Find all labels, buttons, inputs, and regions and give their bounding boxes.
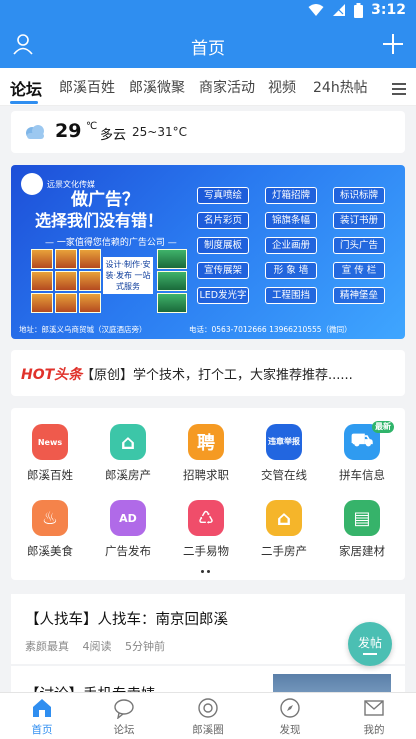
banner-phone: 电话：0563-7012666 13966210555（微同） xyxy=(189,325,352,334)
service-tag: LED发光字 xyxy=(197,287,249,304)
service-tag: 精神堡垒 xyxy=(333,287,385,304)
tab-24h-hot[interactable]: 24h热帖 xyxy=(313,77,368,97)
weather-condition: 多云 xyxy=(100,128,127,143)
food-icon: ♨ xyxy=(32,500,68,536)
paint-icon: ▤ xyxy=(344,500,380,536)
service-tag: 宣 传 栏 xyxy=(333,262,385,279)
hot-news-text[interactable]: 【原创】学个技术，打个工，大家推荐推荐...... xyxy=(81,364,353,383)
post-author: 素颜最真 xyxy=(25,640,69,653)
nav-forum[interactable]: 论坛 xyxy=(94,697,154,737)
banner-photos xyxy=(31,249,101,313)
nav-mine[interactable]: 我的 xyxy=(344,697,404,737)
hot-news-bar[interactable]: HOT头条 【原创】学个技术，打个工，大家推荐推荐...... xyxy=(11,350,405,396)
home-icon: ⌂ xyxy=(266,500,302,536)
house-icon: ⌂ xyxy=(110,424,146,460)
grid-item-ershou-yiwu[interactable]: ♺ 二手易物 xyxy=(167,500,245,559)
weather-temp: 29 xyxy=(55,120,82,142)
service-tag: 写真喷绘 xyxy=(197,187,249,204)
banner-services-tag: 设计·制作·安装·发布 一站式服务 xyxy=(103,257,153,294)
carpool-icon: ⛟ 最新 xyxy=(344,421,394,460)
home-icon xyxy=(33,699,51,717)
banner-headline-2: 选择我们没有错！ xyxy=(35,211,164,230)
active-tab-indicator xyxy=(10,101,38,104)
weather-range: 25~31°C xyxy=(132,125,187,139)
tab-shangjia-huodong[interactable]: 商家活动 xyxy=(199,77,255,97)
post-title[interactable]: 【人找车】人找车：南京回郎溪 xyxy=(25,608,228,629)
banner-address: 地址：郎溪义乌商贸城（汉庭酒店旁） xyxy=(19,325,147,334)
bottom-nav: 首页 论坛 郎溪圈 发现 我的 xyxy=(0,692,416,739)
category-tabs: 论坛 郎溪百姓 郎溪微聚 商家活动 视频 24h热帖 xyxy=(0,68,416,106)
service-tag: 装订书册 xyxy=(333,212,385,229)
status-time: 3:12 xyxy=(371,2,406,18)
grid-item-jiaju-jiancai[interactable]: ▤ 家居建材 xyxy=(323,500,401,559)
plus-icon[interactable] xyxy=(382,33,404,59)
battery-icon xyxy=(354,2,364,18)
service-tag: 门头广告 xyxy=(333,237,385,254)
weather-unit: ℃ xyxy=(86,121,98,132)
nav-langxi-circle[interactable]: 郎溪圈 xyxy=(178,697,238,737)
status-bar: 3:12 xyxy=(0,0,416,24)
banner-footer: 地址：郎溪义乌商贸城（汉庭酒店旁） 电话：0563-7012666 139662… xyxy=(19,324,397,335)
service-tag: 企业画册 xyxy=(265,237,317,254)
grid-item-ershou-fangchan[interactable]: ⌂ 二手房产 xyxy=(245,500,323,559)
ad-banner[interactable]: 远景文化传媒 做广告？ 选择我们没有错！ — 一家值得您信赖的广告公司 — 设计… xyxy=(11,165,405,339)
weather-card[interactable]: 29 ℃ 多云 25~31°C xyxy=(11,111,405,153)
ad-icon: AD xyxy=(110,500,146,536)
post-card[interactable]: 【人找车】人找车：南京回郎溪 素颜最真 4阅读 5分钟前 xyxy=(11,594,405,664)
post-time: 5分钟前 xyxy=(125,640,165,653)
banner-subline: — 一家值得您信赖的广告公司 — xyxy=(45,238,177,248)
traffic-icon: 违章举报 xyxy=(266,424,302,460)
nav-home[interactable]: 首页 xyxy=(12,697,72,737)
tab-luntan[interactable]: 论坛 xyxy=(10,76,42,100)
compass-icon xyxy=(280,698,300,718)
service-tag: 工程围挡 xyxy=(265,287,317,304)
grid-item-langxi-baixing[interactable]: News 郎溪百姓 xyxy=(11,424,89,483)
circle-icon xyxy=(198,698,218,718)
grid-item-zhaopin[interactable]: 聘 招聘求职 xyxy=(167,424,245,483)
tab-video[interactable]: 视频 xyxy=(268,77,296,97)
app-header: 首页 xyxy=(0,24,416,68)
banner-photos-right xyxy=(157,249,187,313)
nav-discover[interactable]: 发现 xyxy=(260,697,320,737)
tab-langxi-weiju[interactable]: 郎溪微聚 xyxy=(129,77,185,97)
new-badge: 最新 xyxy=(372,421,394,433)
service-tag: 锦旗条幅 xyxy=(265,212,317,229)
mail-icon xyxy=(364,700,384,716)
signal-icon xyxy=(333,4,346,16)
service-tag: 制度展板 xyxy=(197,237,249,254)
post-reads: 4阅读 xyxy=(82,640,112,653)
page-title: 首页 xyxy=(191,39,225,59)
recruit-icon: 聘 xyxy=(188,424,224,460)
cloud-icon xyxy=(23,123,47,145)
service-tag: 宣传展架 xyxy=(197,262,249,279)
service-tag: 标识标牌 xyxy=(333,187,385,204)
category-grid: News 郎溪百姓 ⌂ 郎溪房产 聘 招聘求职 违章举报 交管在线 ⛟ 最新 拼… xyxy=(11,408,405,580)
service-tag: 形 象 墙 xyxy=(265,262,317,279)
chat-icon xyxy=(114,699,134,719)
brand-logo xyxy=(21,173,43,195)
page-indicator xyxy=(201,570,210,573)
grid-item-guanggao[interactable]: AD 广告发布 xyxy=(89,500,167,559)
wifi-icon xyxy=(308,4,324,16)
tab-langxi-baixing[interactable]: 郎溪百姓 xyxy=(59,77,115,97)
grid-item-jiaoguan[interactable]: 违章举报 交管在线 xyxy=(245,424,323,483)
new-post-button[interactable]: 发帖 xyxy=(348,622,392,666)
hot-news-label: HOT头条 xyxy=(21,367,83,383)
service-tag: 灯箱招牌 xyxy=(265,187,317,204)
service-tag: 名片彩页 xyxy=(197,212,249,229)
gift-icon: ♺ xyxy=(188,500,224,536)
news-icon: News xyxy=(32,424,68,460)
menu-icon[interactable] xyxy=(392,80,406,99)
grid-item-pinche[interactable]: ⛟ 最新 拼车信息 xyxy=(323,421,401,483)
grid-item-langxi-fangchan[interactable]: ⌂ 郎溪房产 xyxy=(89,424,167,483)
post-meta: 素颜最真 4阅读 5分钟前 xyxy=(25,638,175,654)
grid-item-langxi-meishi[interactable]: ♨ 郎溪美食 xyxy=(11,500,89,559)
